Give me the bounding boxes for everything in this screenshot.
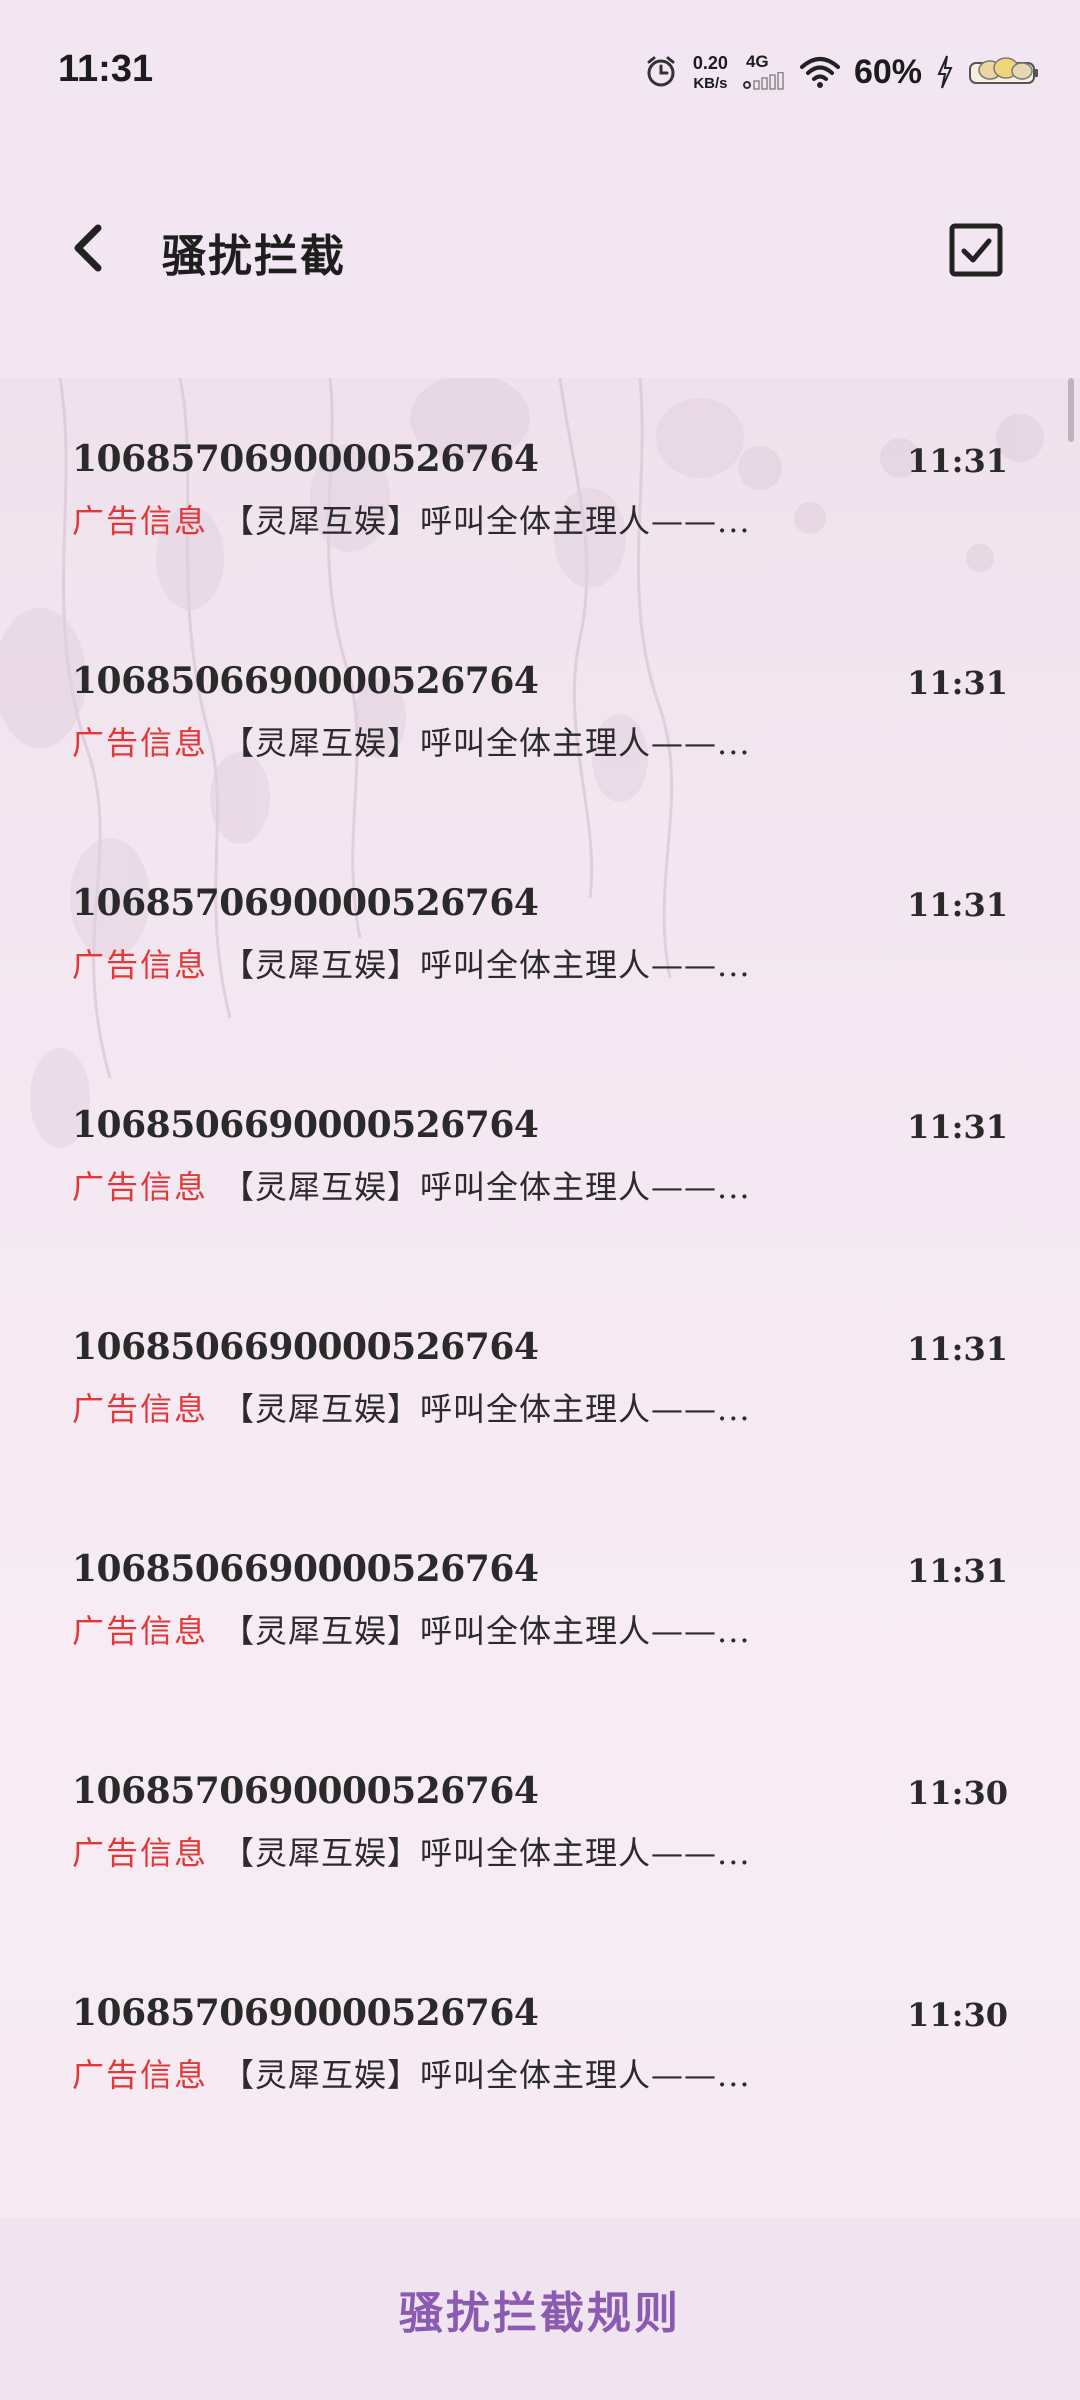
message-summary: 广告信息 【灵犀互娱】呼叫全体主理人——... [72,718,751,764]
status-time: 11:31 [58,48,154,90]
net-speed-value: 0.20 [692,52,728,73]
chevron-left-icon [74,224,102,272]
status-icons: 0.20 KB/s 4G 60% [643,44,1040,100]
status-bar: 11:31 0.20 KB/s 4G 60% [0,0,1080,140]
message-item[interactable]: 1068570690000526764 11:31 广告信息 【灵犀互娱】呼叫全体… [0,438,1080,660]
message-tag: 广告信息 [72,1168,209,1206]
message-summary: 广告信息 【灵犀互娱】呼叫全体主理人——... [72,2050,751,2096]
select-mode-button[interactable] [948,222,1004,278]
message-sender: 1068570690000526764 [72,1992,539,2034]
message-sender: 1068506690000526764 [72,660,539,702]
block-rules-button[interactable]: 骚扰拦截规则 [0,2218,1080,2400]
message-item[interactable]: 1068570690000526764 11:31 广告信息 【灵犀互娱】呼叫全体… [0,882,1080,1104]
message-preview: 【灵犀互娱】呼叫全体主理人——... [222,946,751,984]
checkbox-checked-icon [961,238,992,263]
charging-bolt-icon [937,55,953,89]
message-summary: 广告信息 【灵犀互娱】呼叫全体主理人——... [72,1828,751,1874]
message-summary: 广告信息 【灵犀互娱】呼叫全体主理人——... [72,496,751,542]
message-summary: 广告信息 【灵犀互娱】呼叫全体主理人——... [72,1162,751,1208]
message-preview: 【灵犀互娱】呼叫全体主理人——... [222,1168,751,1206]
message-time: 11:31 [907,1330,1008,1368]
scrollbar[interactable] [1068,378,1074,442]
message-preview: 【灵犀互娱】呼叫全体主理人——... [222,502,751,540]
message-item[interactable]: 1068506690000526764 11:31 广告信息 【灵犀互娱】呼叫全体… [0,1548,1080,1770]
message-sender: 1068506690000526764 [72,1548,539,1590]
cellular-signal-icon: 4G [742,52,786,92]
message-item[interactable]: 1068506690000526764 11:31 广告信息 【灵犀互娱】呼叫全体… [0,1326,1080,1548]
message-tag: 广告信息 [72,724,209,762]
message-time: 11:31 [907,1108,1008,1146]
message-item[interactable]: 1068506690000526764 11:31 广告信息 【灵犀互娱】呼叫全体… [0,660,1080,882]
message-preview: 【灵犀互娱】呼叫全体主理人——... [222,1834,751,1872]
page-title: 骚扰拦截 [162,231,346,282]
message-sender: 1068506690000526764 [72,1326,539,1368]
message-preview: 【灵犀互娱】呼叫全体主理人——... [222,1390,751,1428]
message-time: 11:31 [907,1552,1008,1590]
message-tag: 广告信息 [72,1612,209,1650]
message-sender: 1068506690000526764 [72,1104,539,1146]
message-item[interactable]: 1068570690000526764 11:30 广告信息 【灵犀互娱】呼叫全体… [0,1770,1080,1992]
message-sender: 1068570690000526764 [72,1770,539,1812]
message-time: 11:31 [907,886,1008,924]
message-time: 11:31 [907,664,1008,702]
app-header: 骚扰拦截 [0,190,1080,310]
message-summary: 广告信息 【灵犀互娱】呼叫全体主理人——... [72,1606,751,1652]
network-type: 4G [745,52,769,71]
net-speed: 0.20 KB/s [693,54,728,91]
message-sender: 1068570690000526764 [72,882,539,924]
battery-icon [969,57,1038,84]
message-tag: 广告信息 [72,1834,209,1872]
message-summary: 广告信息 【灵犀互娱】呼叫全体主理人——... [72,940,751,986]
message-time: 11:31 [907,442,1008,480]
message-time: 11:30 [907,1996,1008,2034]
bottom-bar: 骚扰拦截规则 [0,2218,1080,2400]
message-tag: 广告信息 [72,1390,209,1428]
message-tag: 广告信息 [72,2056,209,2094]
alarm-clock-icon [647,56,675,87]
message-preview: 【灵犀互娱】呼叫全体主理人——... [222,724,751,762]
block-rules-label: 骚扰拦截规则 [399,2288,681,2339]
message-preview: 【灵犀互娱】呼叫全体主理人——... [222,1612,751,1650]
wifi-icon [799,57,840,88]
blocked-messages-list[interactable]: 1068570690000526764 11:31 广告信息 【灵犀互娱】呼叫全体… [0,378,1080,2218]
message-preview: 【灵犀互娱】呼叫全体主理人——... [222,2056,751,2094]
message-item[interactable]: 1068570690000526764 11:30 广告信息 【灵犀互娱】呼叫全体… [0,1992,1080,2214]
message-item[interactable]: 1068506690000526764 11:31 广告信息 【灵犀互娱】呼叫全体… [0,1104,1080,1326]
message-tag: 广告信息 [72,502,209,540]
message-list: 1068570690000526764 11:31 广告信息 【灵犀互娱】呼叫全体… [0,438,1080,2214]
message-summary: 广告信息 【灵犀互娱】呼叫全体主理人——... [72,1384,751,1430]
net-speed-unit: KB/s [693,74,728,92]
message-time: 11:30 [907,1774,1008,1812]
message-tag: 广告信息 [72,946,209,984]
back-button[interactable] [58,218,118,278]
screen: 11:31 0.20 KB/s 4G 60% 骚扰拦截 106857069000… [0,0,1080,2400]
message-sender: 1068570690000526764 [72,438,539,480]
battery-percent: 60% [853,52,922,91]
